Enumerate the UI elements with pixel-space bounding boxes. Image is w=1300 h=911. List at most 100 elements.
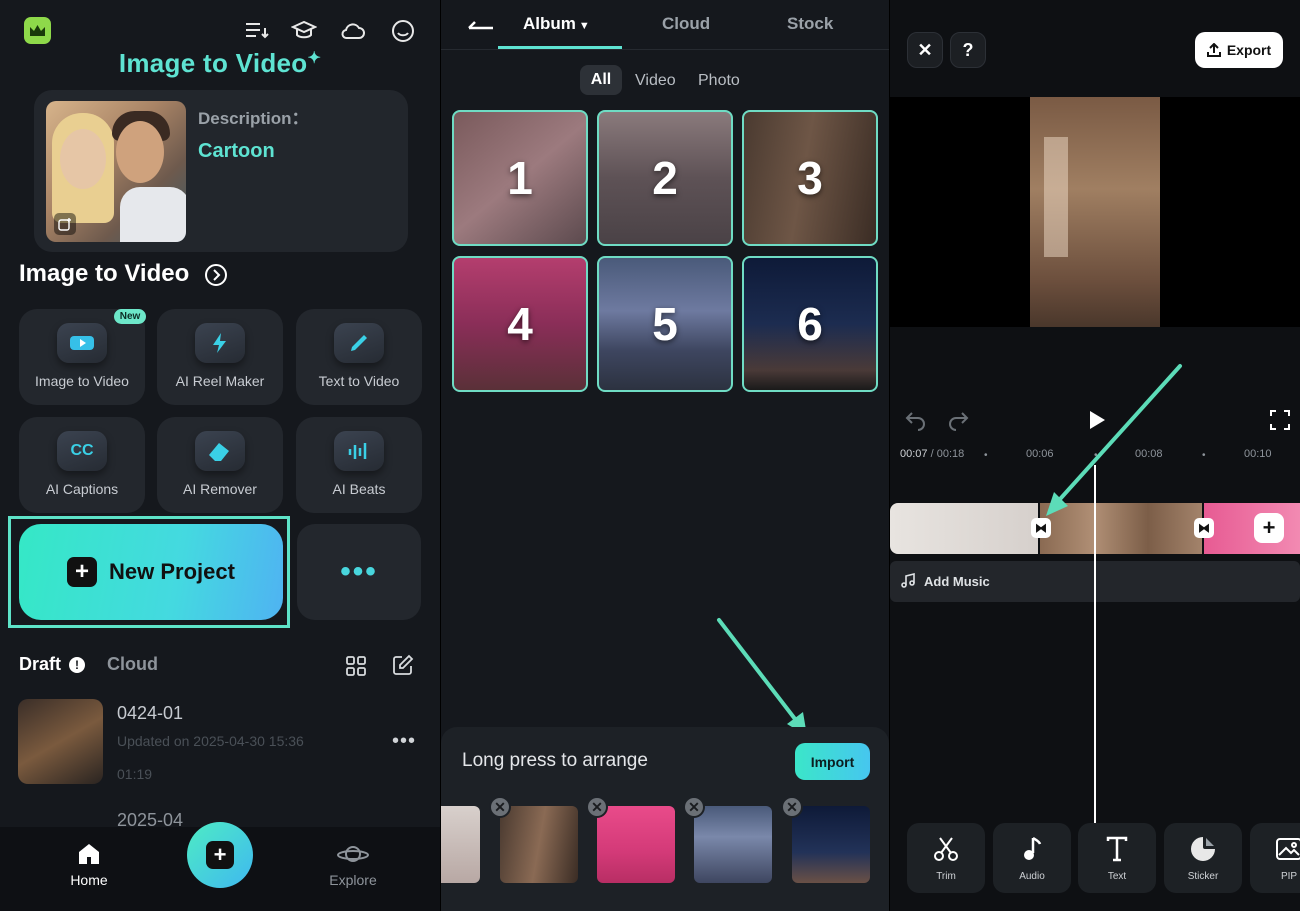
nav-home[interactable]: Home xyxy=(60,838,118,888)
draft-thumbnail[interactable] xyxy=(18,699,103,784)
tool-ai-beats[interactable]: AI Beats xyxy=(296,417,422,513)
profile-smiley-icon[interactable] xyxy=(390,18,416,44)
scissors-icon xyxy=(932,835,960,863)
upload-icon xyxy=(1206,43,1221,57)
tab-album[interactable]: Album ▼ xyxy=(523,14,590,34)
tab-cloud[interactable]: Cloud xyxy=(107,654,158,675)
tool-label: AI Remover xyxy=(183,481,257,497)
time-readout: 00:07 / 00:18 xyxy=(900,448,965,460)
tool-trim[interactable]: Trim xyxy=(907,823,985,893)
premium-crown-icon[interactable] xyxy=(24,17,51,44)
tick-dot: • xyxy=(984,450,988,461)
arrow-circle-icon[interactable] xyxy=(204,263,228,287)
draft-duration: 01:19 xyxy=(117,766,153,782)
remove-icon[interactable]: ✕ xyxy=(489,796,511,818)
undo-icon[interactable] xyxy=(904,408,928,432)
export-button[interactable]: Export xyxy=(1195,32,1283,68)
tutorial-graduation-icon[interactable] xyxy=(291,18,317,44)
new-project-button[interactable]: + New Project xyxy=(19,524,283,620)
import-button[interactable]: Import xyxy=(795,743,870,780)
media-thumb[interactable]: 1 xyxy=(452,110,588,246)
draft-more-button[interactable]: ••• xyxy=(392,730,416,753)
help-button[interactable]: ? xyxy=(950,32,986,68)
tab-draft[interactable]: Draft ! xyxy=(19,654,86,675)
couple-photo[interactable] xyxy=(46,101,186,242)
sticker-icon xyxy=(1189,835,1217,863)
selection-number: 6 xyxy=(797,298,823,350)
remove-icon[interactable]: ✕ xyxy=(586,796,608,818)
fullscreen-icon[interactable] xyxy=(1268,408,1292,432)
tab-cloud[interactable]: Cloud xyxy=(662,14,710,34)
tick-label: 00:10 xyxy=(1244,448,1272,460)
divider xyxy=(441,49,889,50)
tool-audio[interactable]: Audio xyxy=(993,823,1071,893)
remove-icon[interactable]: ✕ xyxy=(781,796,803,818)
tool-sticker[interactable]: Sticker xyxy=(1164,823,1242,893)
remove-icon[interactable]: ✕ xyxy=(683,796,705,818)
selected-thumb[interactable] xyxy=(500,806,578,883)
nav-explore[interactable]: Explore xyxy=(318,838,388,888)
video-preview[interactable] xyxy=(1030,97,1160,327)
redo-icon[interactable] xyxy=(946,408,970,432)
pip-image-icon xyxy=(1275,835,1300,863)
add-clip-button[interactable]: + xyxy=(1254,513,1284,543)
section-title[interactable]: Image to Video xyxy=(19,260,228,288)
selection-number: 5 xyxy=(652,298,678,350)
replace-photo-icon[interactable] xyxy=(54,213,76,235)
media-thumb[interactable]: 3 xyxy=(742,110,878,246)
cloud-icon[interactable] xyxy=(340,18,366,44)
tab-stock[interactable]: Stock xyxy=(787,14,833,34)
audio-note-icon xyxy=(1018,835,1046,863)
media-thumb[interactable]: 6 xyxy=(742,256,878,392)
create-fab-button[interactable]: + xyxy=(187,822,253,888)
media-thumb[interactable]: 4 xyxy=(452,256,588,392)
music-note-icon xyxy=(900,573,916,589)
filter-video[interactable]: Video xyxy=(635,72,676,90)
captions-cc-icon: CC xyxy=(57,431,107,471)
add-music-label: Add Music xyxy=(924,574,990,589)
annotation-arrow xyxy=(1046,364,1182,516)
clip-girl[interactable] xyxy=(1204,503,1300,554)
home-icon xyxy=(76,842,102,866)
video-play-icon xyxy=(57,323,107,363)
selected-thumb[interactable] xyxy=(792,806,870,883)
alert-icon: ! xyxy=(69,657,86,673)
task-list-icon[interactable] xyxy=(243,18,269,44)
tool-label: AI Beats xyxy=(332,481,386,497)
annotation-arrow xyxy=(717,618,807,736)
pencil-icon xyxy=(334,323,384,363)
tool-text-to-video[interactable]: Text to Video xyxy=(296,309,422,405)
text-t-icon xyxy=(1103,835,1131,863)
draft-updated: Updated on 2025-04-30 15:36 xyxy=(117,733,304,749)
clip-roses[interactable] xyxy=(890,503,1038,554)
chevron-down-icon: ▼ xyxy=(578,20,590,32)
more-tools-button[interactable]: ••• xyxy=(297,524,421,620)
draft-name[interactable]: 0424-01 xyxy=(117,703,183,724)
selection-number: 1 xyxy=(507,152,533,204)
tool-text[interactable]: Text xyxy=(1078,823,1156,893)
grid-view-icon[interactable] xyxy=(345,655,367,677)
selected-thumb[interactable] xyxy=(597,806,675,883)
lightning-icon xyxy=(195,323,245,363)
description-value: Cartoon xyxy=(198,140,275,162)
selection-number: 4 xyxy=(507,298,533,350)
sparkle-icon: ✦ xyxy=(307,50,322,67)
arrange-hint: Long press to arrange xyxy=(462,750,648,771)
tool-pip[interactable]: PIP xyxy=(1250,823,1300,893)
filter-all[interactable]: All xyxy=(580,65,622,95)
edit-icon[interactable] xyxy=(392,654,414,676)
description-label: Description： xyxy=(198,109,309,128)
transition-icon[interactable]: ⧓ xyxy=(1194,518,1214,538)
selected-thumb[interactable] xyxy=(694,806,772,883)
media-thumb[interactable]: 5 xyxy=(597,256,733,392)
close-button[interactable]: ✕ xyxy=(907,32,943,68)
filter-photo[interactable]: Photo xyxy=(698,72,740,90)
tool-ai-reel-maker[interactable]: AI Reel Maker xyxy=(157,309,283,405)
tool-ai-remover[interactable]: AI Remover xyxy=(157,417,283,513)
new-badge: New xyxy=(114,309,146,324)
media-thumb[interactable]: 2 xyxy=(597,110,733,246)
tool-ai-captions[interactable]: CC AI Captions xyxy=(19,417,145,513)
back-arrow-icon[interactable] xyxy=(465,14,495,34)
selected-thumb[interactable] xyxy=(441,806,480,883)
plus-icon: + xyxy=(67,557,98,587)
